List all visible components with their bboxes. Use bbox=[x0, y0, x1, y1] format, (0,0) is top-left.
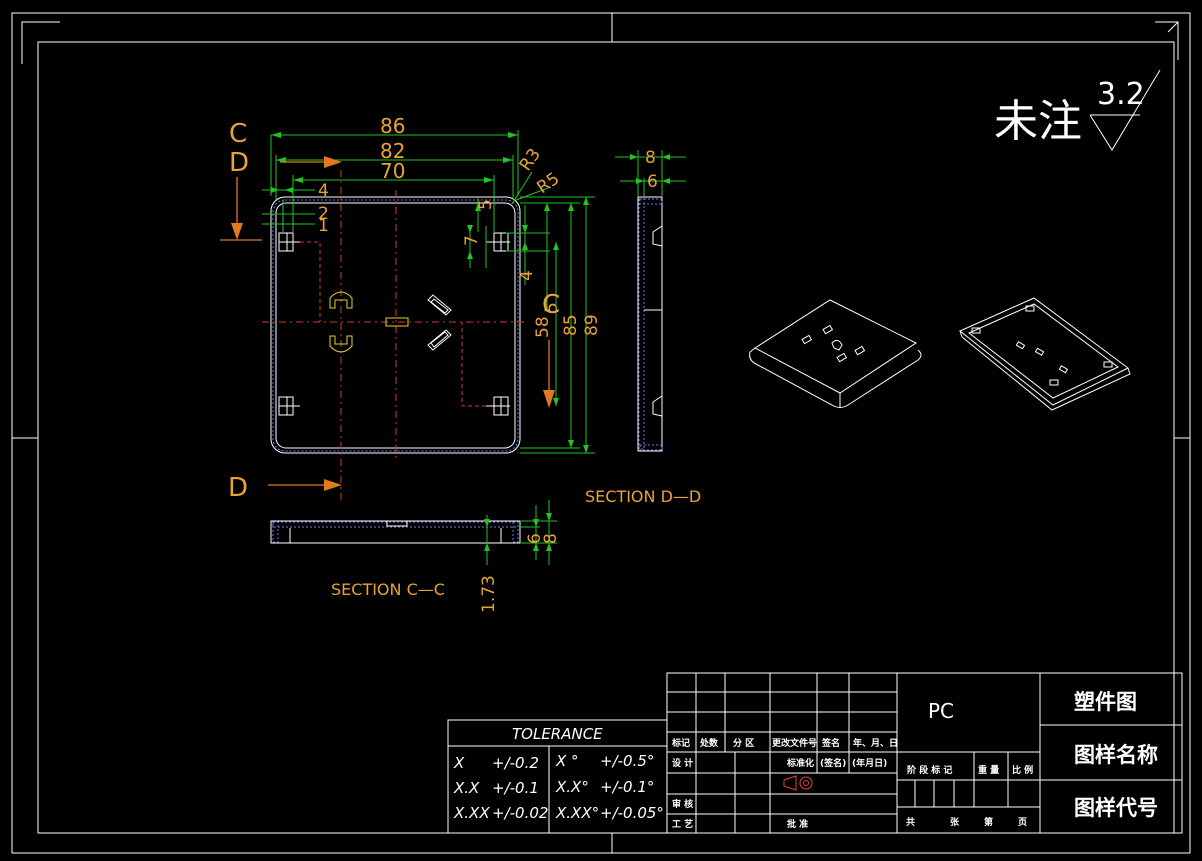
earth-pin-slot-bottom bbox=[329, 335, 353, 353]
dim-cc-173: 1.73 bbox=[479, 575, 499, 613]
tb-date: 年、月、日 bbox=[853, 737, 898, 749]
projection-symbol-icon bbox=[783, 775, 813, 791]
dim-86: 86 bbox=[380, 114, 405, 138]
tb-scale: 比 例 bbox=[1012, 764, 1033, 776]
tol-r1-c: X ° bbox=[555, 752, 579, 770]
section-letter-c-top: C bbox=[229, 119, 247, 149]
dim-4-right: 4 bbox=[517, 270, 537, 281]
dim-89: 89 bbox=[582, 314, 602, 336]
dim-r3: R3 bbox=[516, 145, 545, 175]
tol-r3-b: +/-0.02 bbox=[492, 804, 548, 822]
tb-process: 工 艺 bbox=[672, 818, 693, 830]
dim-85: 85 bbox=[561, 314, 581, 336]
tb-standard: 标准化 bbox=[786, 757, 814, 769]
tb-page: 页 bbox=[1018, 817, 1027, 828]
dim-1: 1 bbox=[318, 216, 329, 236]
tol-r2-a: X.X bbox=[453, 779, 480, 797]
section-letter-d-bottom: D bbox=[228, 473, 248, 503]
tb-sign2: (签名) bbox=[820, 757, 846, 769]
clip-bottom-left bbox=[278, 396, 300, 416]
tolerance-title: TOLERANCE bbox=[512, 725, 603, 743]
tol-r1-a: X bbox=[453, 754, 465, 772]
section-dd-label: SECTION D—D bbox=[585, 487, 701, 506]
dim-cc-8: 8 bbox=[541, 533, 561, 544]
section-letter-c-right: C bbox=[542, 290, 560, 320]
surface-finish-note: 未注 3.2 bbox=[994, 69, 1161, 151]
tolerance-table: TOLERANCE X +/-0.2 X ° +/-0.5° X.X +/-0.… bbox=[447, 719, 668, 834]
tb-zone: 分 区 bbox=[733, 737, 754, 749]
dim-4: 4 bbox=[318, 181, 329, 201]
drawing-code: 图样代号 bbox=[1074, 796, 1158, 820]
drawing-name: 图样名称 bbox=[1074, 743, 1158, 767]
tol-r1-d: +/-0.5° bbox=[600, 752, 654, 770]
dim-70: 70 bbox=[380, 159, 405, 183]
surface-note-text: 未注 bbox=[994, 96, 1082, 147]
iso-view-front bbox=[749, 299, 922, 408]
tb-weight: 重 量 bbox=[978, 764, 999, 776]
cad-drawing-canvas: 未注 3.2 86 82 70 4 2 1 R3 R5 5 7 4 5 58 8… bbox=[11, 12, 1191, 854]
tb-stage: 阶 段 标 记 bbox=[907, 764, 952, 776]
clip-bottom-right bbox=[486, 396, 510, 416]
tb-check: 审 核 bbox=[672, 798, 693, 810]
tol-r2-c: X.X° bbox=[555, 778, 589, 796]
drawing-type: 塑件图 bbox=[1074, 690, 1137, 714]
tb-change-doc: 更改文件号 bbox=[772, 737, 817, 749]
tb-count: 处数 bbox=[699, 737, 719, 749]
section-dd-view: 8 6 SECTION D—D bbox=[585, 148, 701, 506]
tb-approve: 批 准 bbox=[787, 818, 808, 830]
section-cc-view: 6 8 1.73 SECTION C—C bbox=[270, 500, 561, 613]
tol-r2-b: +/-0.1 bbox=[492, 779, 539, 797]
tol-r1-b: +/-0.2 bbox=[492, 754, 539, 772]
section-letter-d-top: D bbox=[229, 148, 249, 178]
angled-slot-lower bbox=[427, 329, 452, 351]
tol-r3-c: X.XX° bbox=[555, 804, 599, 822]
front-view-dimensions: 86 82 70 4 2 1 R3 R5 5 7 4 5 58 85 89 bbox=[262, 114, 602, 454]
clip-top-right bbox=[486, 232, 510, 252]
front-view bbox=[262, 170, 525, 503]
dim-r5: R5 bbox=[533, 169, 563, 198]
tol-r3-d: +/-0.05° bbox=[600, 804, 664, 822]
tb-total: 共 bbox=[906, 816, 915, 828]
dim-dd-6: 6 bbox=[647, 172, 658, 192]
dim-5-small: 5 bbox=[476, 199, 496, 210]
tb-mark: 标记 bbox=[671, 737, 690, 749]
section-cc-label: SECTION C—C bbox=[331, 580, 445, 599]
material-text: PC bbox=[928, 699, 954, 723]
dim-dd-8: 8 bbox=[645, 148, 656, 168]
title-block: PC 塑件图 图样名称 图样代号 标记 处数 分 区 更改文件号 签名 年、月、… bbox=[666, 672, 1183, 834]
tol-r2-d: +/-0.1° bbox=[600, 778, 654, 796]
tb-design: 设 计 bbox=[672, 757, 693, 769]
tb-sign: 签名 bbox=[821, 737, 840, 749]
iso-view-back bbox=[959, 297, 1131, 411]
tb-date2: (年月日) bbox=[852, 757, 887, 769]
tb-sheet-no: 第 bbox=[984, 816, 993, 828]
tb-sheets: 张 bbox=[950, 816, 960, 828]
clip-top-left bbox=[278, 232, 300, 252]
dim-7: 7 bbox=[462, 235, 482, 246]
tol-r3-a: X.XX bbox=[453, 804, 490, 822]
angled-slot-upper bbox=[427, 294, 452, 316]
